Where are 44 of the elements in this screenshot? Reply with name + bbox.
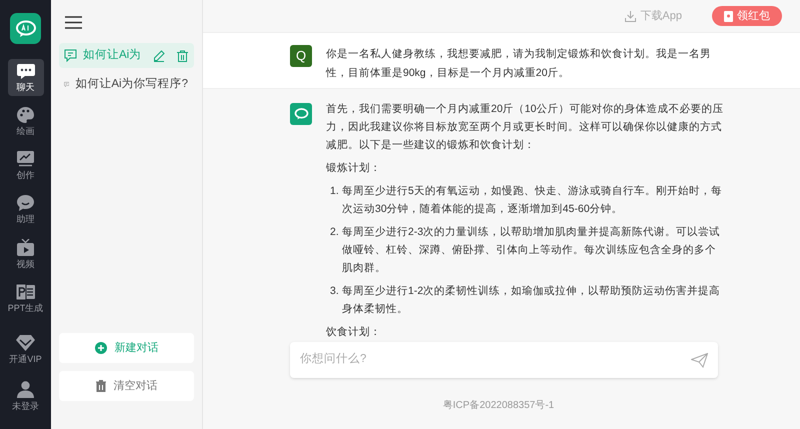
- person-icon: [17, 381, 34, 398]
- slides-icon: [16, 284, 35, 300]
- answer-paragraph: 饮食计划：: [326, 325, 382, 340]
- tv-icon: [17, 239, 34, 256]
- palette-icon: [17, 107, 34, 123]
- app-logo: [10, 13, 41, 44]
- nav-item[interactable]: PPT生成: [8, 279, 44, 317]
- nav-item[interactable]: 视频: [8, 234, 44, 273]
- message-field[interactable]: 你想问什么?: [290, 342, 718, 378]
- chat-bubble-icon: [16, 64, 34, 79]
- download-icon: [625, 10, 636, 22]
- send-icon[interactable]: [691, 352, 708, 368]
- chart-icon: [17, 151, 34, 167]
- user-avatar: Q: [290, 45, 312, 67]
- plus-icon: [94, 342, 106, 354]
- nav-item[interactable]: 绘画: [8, 102, 44, 140]
- trash-icon: [96, 380, 106, 392]
- icp-footer-text: 粤ICP备2022088357号-1: [442, 399, 556, 413]
- menu-icon[interactable]: [65, 16, 82, 29]
- list-number: 3.: [330, 284, 340, 299]
- new-chat-button[interactable]: 新建对话: [59, 333, 194, 363]
- envelope-icon: [724, 10, 733, 22]
- diamond-icon: [16, 335, 35, 351]
- ai-avatar: [290, 103, 312, 125]
- answer-paragraph: 锻炼计划：: [326, 161, 382, 176]
- clear-chats-button[interactable]: 清空对话: [59, 371, 194, 401]
- edit-icon[interactable]: [153, 50, 165, 62]
- trash-icon[interactable]: [177, 50, 188, 62]
- chat-bubble-icon: [64, 49, 77, 62]
- list-number: 2.: [330, 225, 340, 240]
- list-item-text: 每周至少进行5天的有氧运动，如慢跑、快走、游泳或骑自行车。刚开始时，每次运动30分钟，随着体能的提高，逐渐增加到45-60分钟。: [342, 184, 723, 217]
- nav-item[interactable]: 助理: [8, 190, 44, 228]
- list-number: 1.: [330, 184, 340, 199]
- chat-bubble-icon: [17, 195, 34, 211]
- list-item-text: 每周至少进行2-3次的力量训练，以帮助增加肌肉量并提高新陈代谢。可以尝试做哑铃、杠铃、深蹲、俯卧撑、引体向上等动作。每次训练应包含全身的多个肌肉群。: [342, 225, 722, 276]
- answer-paragraph: 首先，我们需要明确一个月内减重20斤（10公斤）可能对你的身体造成不必要的压力，因此我建议你将目标放宽至两个月或更长时间。这样可以确保你以健康的方式减肥。以下是一些建议的锻炼和饮食计划：: [326, 102, 724, 153]
- message-input[interactable]: 你想问什么?: [300, 351, 691, 369]
- conversation-item[interactable]: 如何让Ai为你写程序?: [59, 72, 194, 97]
- nav-item[interactable]: 开通VIP: [8, 330, 44, 368]
- question-text: 你是一名私人健身教练，我想要减肥，请为我制定锻炼和饮食计划。我是一名男性，目前体重是90kg，目标是一个月内减重20斤。: [326, 47, 712, 81]
- nav-item[interactable]: 未登录: [8, 376, 44, 415]
- nav-item[interactable]: 聊天: [8, 59, 44, 96]
- nav-item[interactable]: 创作: [8, 146, 44, 184]
- list-item-text: 每周至少进行1-2次的柔韧性训练，如瑜伽或拉伸，以帮助预防运动伤害并提高身体柔韧性。: [342, 284, 722, 317]
